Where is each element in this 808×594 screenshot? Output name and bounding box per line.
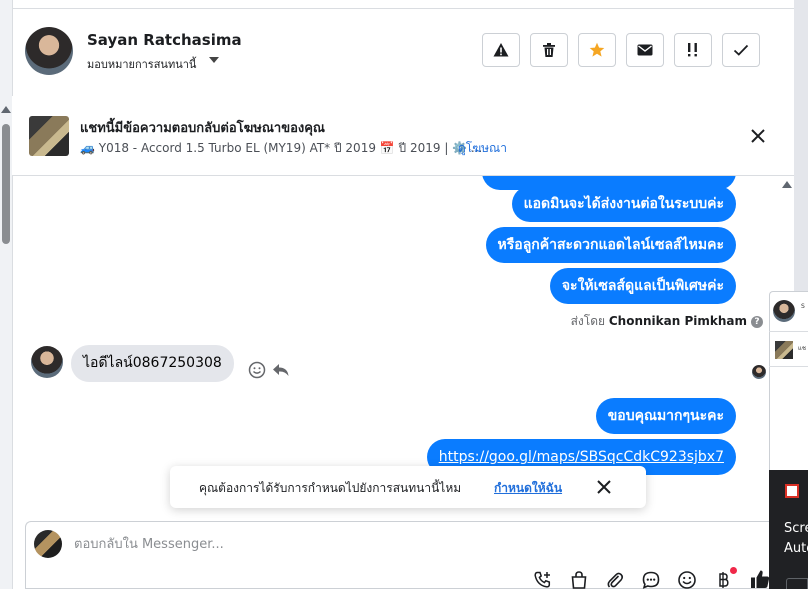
notification-body: Auto bbox=[784, 541, 808, 556]
checkmark-icon bbox=[733, 44, 749, 56]
baht-currency-icon bbox=[719, 572, 729, 588]
smiley-icon bbox=[678, 571, 696, 589]
close-icon bbox=[597, 480, 611, 494]
star-button[interactable] bbox=[578, 33, 616, 67]
sender-avatar[interactable] bbox=[31, 346, 63, 378]
assign-conversation-dropdown[interactable]: มอบหมายการสนทนานี้ bbox=[87, 55, 196, 73]
sent-by-label: ส่งโดย Chonnikan Pimkham? bbox=[571, 312, 763, 331]
page-scrollbar[interactable] bbox=[0, 0, 12, 589]
delete-button[interactable] bbox=[530, 33, 568, 67]
payment-button[interactable] bbox=[713, 570, 733, 590]
attach-button[interactable] bbox=[605, 570, 625, 590]
reply-arrow-icon bbox=[273, 364, 289, 376]
page-avatar bbox=[34, 530, 62, 558]
caret-down-icon[interactable] bbox=[209, 57, 219, 63]
mark-done-button[interactable] bbox=[722, 33, 760, 67]
read-receipt-avatar bbox=[752, 365, 766, 379]
reply-button[interactable] bbox=[272, 362, 290, 378]
scroll-up-arrow-icon[interactable] bbox=[782, 181, 792, 188]
divider bbox=[769, 331, 808, 332]
secondary-ad-title: แช bbox=[798, 345, 806, 352]
page-scrollbar-thumb[interactable] bbox=[2, 124, 10, 244]
close-icon bbox=[751, 129, 765, 143]
assign-to-me-link[interactable]: กำหนดให้ฉัน bbox=[494, 479, 562, 498]
reply-input[interactable] bbox=[72, 531, 514, 557]
phone-plus-icon bbox=[534, 571, 551, 588]
contact-avatar[interactable] bbox=[25, 27, 73, 75]
paperclip-icon bbox=[607, 572, 624, 588]
contact-name[interactable]: Sayan Ratchasima bbox=[87, 31, 242, 49]
smiley-icon bbox=[248, 361, 266, 379]
report-button[interactable] bbox=[482, 33, 520, 67]
assign-prompt-text: คุณต้องการได้รับการกำหนดไปยังการสนทนานี้… bbox=[199, 481, 462, 495]
notification-title: Scre bbox=[784, 521, 808, 536]
message-bubble[interactable]: ขอบคุณมากๆนะคะ bbox=[595, 398, 736, 434]
message-bubble[interactable]: จะให้เซลส์ดูแลเป็นพิเศษค่ะ bbox=[549, 268, 736, 304]
notification-button[interactable] bbox=[786, 578, 808, 589]
emoji-button[interactable] bbox=[677, 570, 697, 590]
sent-by-prefix: ส่งโดย bbox=[570, 314, 606, 328]
star-icon bbox=[589, 42, 605, 57]
secondary-read-avatar bbox=[780, 369, 794, 379]
message-bubble[interactable]: แอดมินจะได้ส่งงานต่อในระบบค่ะ bbox=[511, 186, 736, 222]
shopping-bag-icon bbox=[571, 571, 587, 589]
incoming-message-bubble[interactable]: ไอดีไลน์0867250308 bbox=[71, 345, 234, 382]
view-ad-link[interactable]: ดูโฆษณา bbox=[458, 139, 507, 158]
close-toast-button[interactable] bbox=[596, 479, 612, 495]
follow-up-button[interactable] bbox=[674, 33, 712, 67]
message-bubble[interactable]: หรือลูกค้าสะดวกแอดไลน์เซลส์ไหมคะ bbox=[485, 227, 736, 263]
saved-replies-button[interactable] bbox=[641, 570, 661, 590]
like-button[interactable] bbox=[749, 568, 771, 590]
thumbs-up-icon bbox=[751, 570, 770, 588]
secondary-contact-avatar[interactable] bbox=[773, 300, 795, 322]
scroll-up-arrow-icon[interactable] bbox=[1, 106, 11, 113]
divider bbox=[769, 366, 808, 367]
secondary-contact-name: S bbox=[801, 303, 805, 310]
mark-unread-button[interactable] bbox=[626, 33, 664, 67]
close-ad-banner-button[interactable] bbox=[748, 126, 768, 146]
info-icon[interactable]: ? bbox=[751, 315, 763, 328]
screenshot-app-icon bbox=[785, 484, 799, 498]
ad-banner-subtitle: 🚙 Y018 - Accord 1.5 Turbo EL (MY19) AT* … bbox=[80, 141, 483, 155]
ad-banner-title: แชทนี้มีข้อความตอบกลับต่อโฆษณาของคุณ bbox=[80, 121, 325, 136]
warning-icon bbox=[493, 43, 509, 57]
secondary-ad-thumbnail bbox=[775, 341, 793, 359]
shop-button[interactable] bbox=[569, 570, 589, 590]
trash-icon bbox=[543, 43, 555, 57]
sent-by-name: Chonnikan Pimkham bbox=[608, 314, 747, 328]
notification-dot bbox=[730, 567, 737, 574]
call-button[interactable] bbox=[533, 570, 553, 590]
double-exclamation-icon bbox=[688, 43, 697, 57]
react-button[interactable] bbox=[248, 361, 266, 379]
ad-thumbnail[interactable] bbox=[29, 116, 69, 156]
envelope-icon bbox=[637, 44, 653, 56]
chat-bubble-icon bbox=[642, 571, 660, 589]
